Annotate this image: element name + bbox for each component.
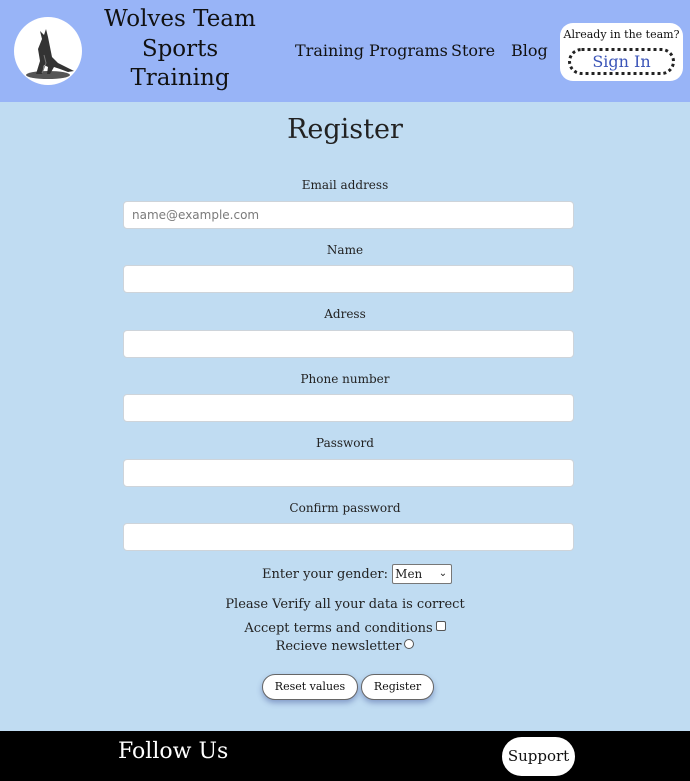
- site-footer: Follow Us Support: [0, 731, 690, 781]
- newsletter-row: Recieve newsletter: [0, 639, 690, 654]
- newsletter-label: Recieve newsletter: [275, 639, 402, 654]
- terms-label: Accept terms and conditions: [244, 621, 433, 636]
- password-field[interactable]: [123, 459, 574, 487]
- wolf-icon[interactable]: [14, 17, 82, 85]
- terms-checkbox[interactable]: [435, 621, 446, 631]
- signin-button[interactable]: Sign In: [568, 48, 675, 75]
- terms-row: Accept terms and conditions: [0, 621, 690, 636]
- address-field[interactable]: [123, 330, 574, 358]
- phone-field[interactable]: [123, 394, 574, 422]
- confirm-password-field[interactable]: [123, 523, 574, 551]
- follow-us-heading: Follow Us: [118, 739, 229, 764]
- address-label: Adress: [324, 307, 366, 321]
- newsletter-radio[interactable]: [404, 639, 415, 649]
- nav-store[interactable]: Store: [451, 41, 495, 60]
- name-label: Name: [326, 243, 364, 257]
- chevron-down-icon: ⌄: [438, 568, 448, 579]
- signin-prompt: Already in the team?: [563, 28, 680, 41]
- reset-button[interactable]: Reset values: [262, 674, 358, 700]
- email-label: Email address: [301, 178, 389, 192]
- brand-line-1: Wolves Team: [104, 6, 256, 32]
- signin-panel: Already in the team? Sign In: [560, 23, 683, 81]
- wolf-logo-graphic: [26, 29, 74, 79]
- email-field[interactable]: [123, 201, 574, 229]
- support-button[interactable]: Support: [502, 737, 575, 776]
- name-field[interactable]: [123, 265, 574, 293]
- brand-line-3: Training: [130, 65, 230, 91]
- gender-label: Enter your gender:: [262, 566, 389, 582]
- nav-training-programs[interactable]: Training Programs: [295, 41, 448, 60]
- password-label: Password: [316, 436, 374, 450]
- verify-text: Please Verify all your data is correct: [225, 597, 465, 612]
- gender-selected-value: Men: [395, 567, 423, 581]
- gender-row: Enter your gender: Men ⌄: [262, 564, 453, 584]
- phone-label: Phone number: [300, 372, 390, 386]
- confirm-password-label: Confirm password: [289, 501, 401, 515]
- nav-blog[interactable]: Blog: [511, 41, 548, 60]
- brand-line-2: Sports: [141, 36, 219, 62]
- page-title: Register: [287, 114, 403, 145]
- register-button[interactable]: Register: [361, 674, 434, 700]
- gender-select[interactable]: Men ⌄: [392, 564, 453, 584]
- brand-title: Wolves Team Sports Training: [102, 4, 258, 93]
- site-header: Wolves Team Sports Training Training Pro…: [0, 0, 690, 102]
